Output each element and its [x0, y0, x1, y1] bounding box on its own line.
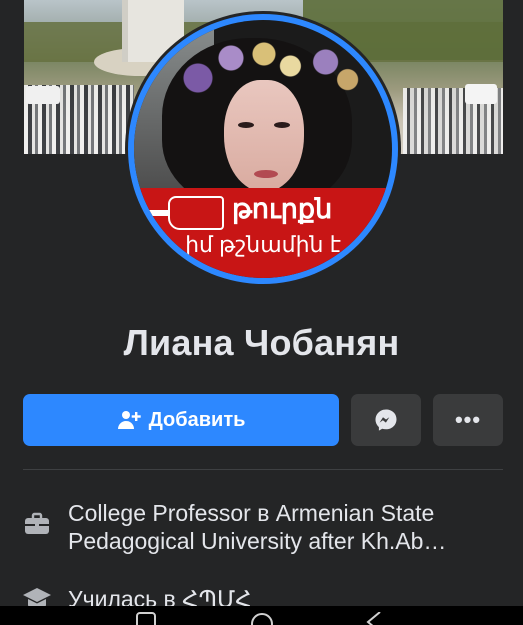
messenger-icon [375, 409, 397, 431]
flower-wreath [154, 30, 374, 110]
divider [23, 469, 503, 470]
frame-banner: թուրքն իմ թշնամին է [134, 188, 392, 278]
avatar: թուրքն իմ թշնամին է [134, 20, 392, 278]
add-friend-button[interactable]: Добавить [23, 394, 339, 446]
recents-icon[interactable] [136, 612, 158, 625]
profile-picture[interactable]: թուրքն իմ թշնամին է [125, 11, 401, 287]
more-options-button[interactable]: ••• [433, 394, 503, 446]
back-icon[interactable] [364, 612, 384, 625]
briefcase-icon [25, 512, 49, 534]
work-text-line1: College Professor в Armenian State [68, 500, 435, 526]
banner-text-line1: թուրքն [232, 194, 333, 224]
profile-name: Лиана Чобанян [123, 322, 400, 363]
work-info[interactable]: College Professor в Armenian State Pedag… [22, 499, 446, 555]
more-icon: ••• [454, 407, 482, 432]
message-button[interactable] [351, 394, 421, 446]
add-friend-label: Добавить [148, 408, 246, 431]
work-text-line2: Pedagogical University after Kh.Ab… [68, 528, 447, 554]
add-person-icon [117, 411, 141, 429]
banner-text-line2: իմ թշնամին է [185, 232, 341, 257]
fist-icon [140, 196, 224, 230]
home-icon[interactable] [250, 612, 274, 625]
